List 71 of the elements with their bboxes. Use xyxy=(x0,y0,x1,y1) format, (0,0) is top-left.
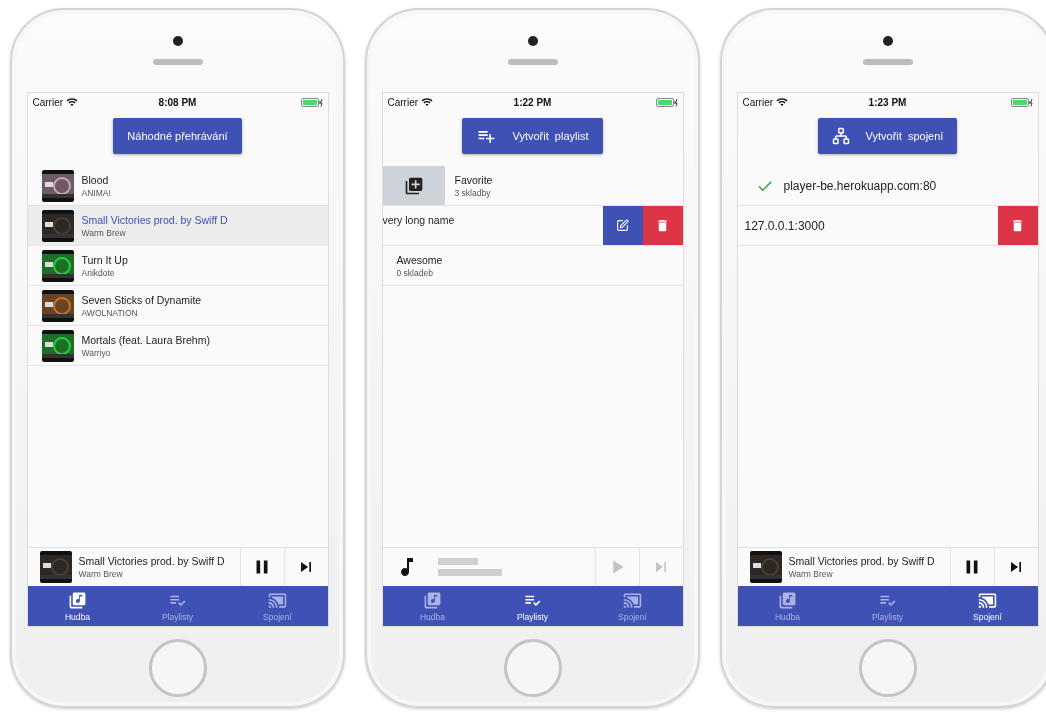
track-count: 0 skladeb xyxy=(396,267,434,278)
playlist-row[interactable]: Favorite 3 skladby xyxy=(382,166,683,206)
track-title: Small Victories prod. by Swiff D xyxy=(81,213,229,226)
tab[interactable]: Hudba xyxy=(27,586,128,626)
action-button[interactable]: Náhodné přehrávání xyxy=(113,118,242,154)
carrier-label: Carrier xyxy=(742,96,774,108)
speaker-slot xyxy=(862,59,913,65)
playlist-name: Awesome xyxy=(396,253,444,266)
track-artist: Anikdote xyxy=(81,267,116,278)
battery-icon xyxy=(1010,97,1033,107)
playlist-name: Favorite xyxy=(454,173,494,186)
edit-icon xyxy=(616,219,629,232)
delete-button[interactable] xyxy=(642,206,683,245)
tab[interactable]: Spojení xyxy=(937,586,1038,626)
tab[interactable]: Hudba xyxy=(737,586,838,626)
now-playing-artist: Warm Brew xyxy=(78,569,124,579)
camera-dot xyxy=(172,36,183,46)
track-title: Seven Sticks of Dynamite xyxy=(81,293,203,306)
connection-address: 127.0.0.1:3000 xyxy=(744,218,826,233)
track-artist: Warm Brew xyxy=(81,227,127,238)
track-title: Turn It Up xyxy=(81,253,129,266)
battery-icon xyxy=(655,97,678,107)
track-row[interactable]: Small Victories prod. by Swiff D Warm Brew xyxy=(27,206,328,246)
now-playing-title: Small Victories prod. by Swiff D xyxy=(78,555,226,567)
placeholder-bars xyxy=(437,558,502,576)
action-button[interactable]: Vytvořit spojení xyxy=(817,118,958,154)
battery-icon xyxy=(300,97,323,107)
track-count: 3 skladby xyxy=(454,187,492,198)
connection-address: player-be.herokuapp.com:80 xyxy=(783,178,938,193)
delete-button[interactable] xyxy=(997,206,1038,245)
tab[interactable]: Playlisty xyxy=(127,586,228,626)
playlist-name: very long name xyxy=(382,214,456,226)
cast-icon xyxy=(978,590,997,610)
track-artist: ANIMA! xyxy=(81,187,112,198)
music-library-icon xyxy=(423,590,442,610)
music-library-icon xyxy=(68,590,87,610)
track-title: Mortals (feat. Laura Brehm) xyxy=(81,333,211,346)
clock: 8:08 PM xyxy=(158,96,197,108)
network-icon xyxy=(831,127,850,145)
trash-icon xyxy=(655,218,670,233)
clock: 1:23 PM xyxy=(868,96,907,108)
carrier-label: Carrier xyxy=(387,96,419,108)
queue-add-icon xyxy=(403,175,424,196)
speaker-slot xyxy=(152,59,203,65)
wifi-icon xyxy=(421,96,434,108)
camera-dot xyxy=(527,36,538,46)
speaker-slot xyxy=(507,59,558,65)
clock: 1:22 PM xyxy=(513,96,552,108)
wifi-icon xyxy=(776,96,789,108)
trash-icon xyxy=(1010,218,1025,233)
tab[interactable]: Spojení xyxy=(582,586,683,626)
tab[interactable]: Hudba xyxy=(382,586,483,626)
now-playing-title: Small Victories prod. by Swiff D xyxy=(788,555,936,567)
tab[interactable]: Playlisty xyxy=(482,586,583,626)
edit-button[interactable] xyxy=(602,206,643,245)
add-to-queue-button[interactable] xyxy=(382,166,445,205)
connection-row[interactable]: 127.0.0.1:3000 xyxy=(737,206,1038,246)
cast-icon xyxy=(623,590,642,610)
now-playing-artist: Warm Brew xyxy=(788,569,834,579)
track-artist: AWOLNATION xyxy=(81,307,139,318)
carrier-label: Carrier xyxy=(32,96,64,108)
wifi-icon xyxy=(66,96,79,108)
music-library-icon xyxy=(778,590,797,610)
cast-icon xyxy=(268,590,287,610)
tab[interactable]: Spojení xyxy=(227,586,328,626)
track-title: Blood xyxy=(81,173,110,186)
camera-dot xyxy=(882,36,893,46)
action-button[interactable]: Vytvořit playlist xyxy=(462,118,603,154)
playlist-row[interactable]: very long name xyxy=(382,206,683,246)
tab[interactable]: Playlisty xyxy=(837,586,938,626)
track-artist: Warriyo xyxy=(81,347,112,358)
